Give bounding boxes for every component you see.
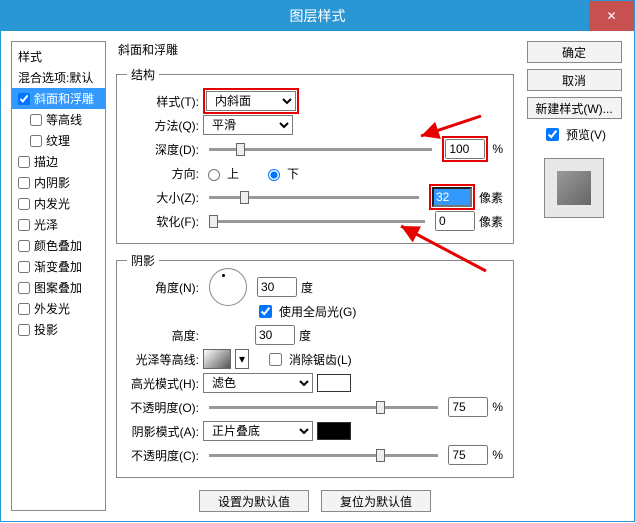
structure-legend: 结构 bbox=[127, 66, 159, 83]
shadow-mode-label: 阴影模式(A): bbox=[127, 423, 199, 440]
style-select[interactable]: 内斜面 bbox=[206, 91, 296, 111]
soften-label: 软化(F): bbox=[127, 213, 199, 230]
altitude-input[interactable] bbox=[255, 325, 295, 345]
satin-check[interactable] bbox=[18, 219, 30, 231]
color-overlay-check[interactable] bbox=[18, 240, 30, 252]
sidebar-item-blend[interactable]: 混合选项:默认 bbox=[12, 67, 105, 88]
size-input[interactable] bbox=[432, 187, 472, 207]
style-highlight: 内斜面 bbox=[203, 88, 299, 114]
highlight-op-label: 不透明度(O): bbox=[127, 399, 199, 416]
altitude-label: 高度: bbox=[127, 327, 199, 344]
cancel-button[interactable]: 取消 bbox=[527, 69, 622, 91]
dir-up-radio[interactable] bbox=[208, 169, 220, 181]
global-light-check[interactable] bbox=[259, 305, 272, 318]
highlight-mode-select[interactable]: 滤色 bbox=[203, 373, 313, 393]
window-title: 图层样式 bbox=[290, 6, 346, 26]
shadow-op-label: 不透明度(C): bbox=[127, 447, 199, 464]
shade-legend: 阴影 bbox=[127, 252, 159, 269]
right-panel: 确定 取消 新建样式(W)... 预览(V) bbox=[524, 41, 624, 511]
sidebar-item-inner-shadow[interactable]: 内阴影 bbox=[12, 172, 105, 193]
angle-label: 角度(N): bbox=[127, 279, 199, 296]
sidebar-item-stroke[interactable]: 描边 bbox=[12, 151, 105, 172]
sidebar-item-pattern-overlay[interactable]: 图案叠加 bbox=[12, 277, 105, 298]
global-light-label: 使用全局光(G) bbox=[279, 303, 356, 320]
soften-slider[interactable] bbox=[209, 220, 425, 223]
preview-check[interactable] bbox=[546, 128, 559, 141]
highlight-color[interactable] bbox=[317, 374, 351, 392]
stroke-check[interactable] bbox=[18, 156, 30, 168]
soften-input[interactable] bbox=[435, 211, 475, 231]
reset-default-button[interactable]: 复位为默认值 bbox=[321, 490, 431, 512]
shadow-color[interactable] bbox=[317, 422, 351, 440]
close-button[interactable]: ✕ bbox=[589, 1, 634, 31]
size-label: 大小(Z): bbox=[127, 189, 199, 206]
gloss-label: 光泽等高线: bbox=[127, 351, 199, 368]
altitude-unit: 度 bbox=[299, 327, 311, 344]
highlight-mode-label: 高光模式(H): bbox=[127, 375, 199, 392]
sidebar-item-drop-shadow[interactable]: 投影 bbox=[12, 319, 105, 340]
depth-unit: % bbox=[492, 142, 503, 156]
sidebar-item-contour[interactable]: 等高线 bbox=[12, 109, 105, 130]
outer-glow-check[interactable] bbox=[18, 303, 30, 315]
sidebar-item-inner-glow[interactable]: 内发光 bbox=[12, 193, 105, 214]
angle-dial[interactable] bbox=[209, 268, 247, 306]
grad-overlay-check[interactable] bbox=[18, 261, 30, 273]
dir-down-radio[interactable] bbox=[268, 169, 280, 181]
size-highlight bbox=[429, 184, 475, 210]
highlight-op-slider[interactable] bbox=[209, 406, 438, 409]
shade-group: 阴影 角度(N): 度 使用全局光(G) 高度: 度 bbox=[116, 252, 514, 478]
close-icon: ✕ bbox=[606, 9, 616, 23]
direction-label: 方向: bbox=[127, 165, 199, 182]
sidebar-item-grad-overlay[interactable]: 渐变叠加 bbox=[12, 256, 105, 277]
technique-select[interactable]: 平滑 bbox=[203, 115, 293, 135]
inner-shadow-check[interactable] bbox=[18, 177, 30, 189]
technique-label: 方法(Q): bbox=[127, 117, 199, 134]
sidebar-item-texture[interactable]: 纹理 bbox=[12, 130, 105, 151]
style-list: 样式 混合选项:默认 斜面和浮雕 等高线 纹理 描边 内阴影 内发光 光泽 颜色… bbox=[11, 41, 106, 511]
sidebar-item-outer-glow[interactable]: 外发光 bbox=[12, 298, 105, 319]
sidebar-item-color-overlay[interactable]: 颜色叠加 bbox=[12, 235, 105, 256]
preview-thumbnail bbox=[557, 171, 591, 205]
antialias-label: 消除锯齿(L) bbox=[289, 351, 352, 368]
chevron-down-icon[interactable]: ▾ bbox=[235, 349, 249, 369]
soften-unit: 像素 bbox=[479, 213, 503, 230]
inner-glow-check[interactable] bbox=[18, 198, 30, 210]
titlebar: 图层样式 ✕ bbox=[1, 1, 634, 31]
bevel-check[interactable] bbox=[18, 93, 30, 105]
angle-unit: 度 bbox=[301, 279, 313, 296]
bevel-panel: 斜面和浮雕 结构 样式(T): 内斜面 方法(Q): 平滑 深度(D): bbox=[116, 41, 514, 511]
pattern-overlay-check[interactable] bbox=[18, 282, 30, 294]
angle-input[interactable] bbox=[257, 277, 297, 297]
style-header: 样式 bbox=[12, 46, 105, 67]
preview-label: 预览(V) bbox=[566, 126, 606, 143]
contour-check[interactable] bbox=[30, 114, 42, 126]
new-style-button[interactable]: 新建样式(W)... bbox=[527, 97, 622, 119]
sidebar-item-satin[interactable]: 光泽 bbox=[12, 214, 105, 235]
depth-highlight bbox=[442, 136, 488, 162]
bevel-section-title: 斜面和浮雕 bbox=[118, 41, 514, 58]
shadow-op-input[interactable] bbox=[448, 445, 488, 465]
size-slider[interactable] bbox=[209, 196, 419, 199]
gloss-contour[interactable] bbox=[203, 349, 231, 369]
preview-box bbox=[544, 158, 604, 218]
texture-check[interactable] bbox=[30, 135, 42, 147]
make-default-button[interactable]: 设置为默认值 bbox=[199, 490, 309, 512]
size-unit: 像素 bbox=[479, 189, 503, 206]
structure-group: 结构 样式(T): 内斜面 方法(Q): 平滑 深度(D): bbox=[116, 66, 514, 244]
shadow-op-slider[interactable] bbox=[209, 454, 438, 457]
layer-style-dialog: 图层样式 ✕ 样式 混合选项:默认 斜面和浮雕 等高线 纹理 描边 内阴影 内发… bbox=[0, 0, 635, 522]
ok-button[interactable]: 确定 bbox=[527, 41, 622, 63]
antialias-check[interactable] bbox=[269, 353, 282, 366]
depth-label: 深度(D): bbox=[127, 141, 199, 158]
highlight-op-input[interactable] bbox=[448, 397, 488, 417]
shadow-mode-select[interactable]: 正片叠底 bbox=[203, 421, 313, 441]
depth-slider[interactable] bbox=[209, 148, 432, 151]
preview-check-row: 预览(V) bbox=[542, 125, 606, 144]
depth-input[interactable] bbox=[445, 139, 485, 159]
style-label: 样式(T): bbox=[127, 93, 199, 110]
sidebar-item-bevel[interactable]: 斜面和浮雕 bbox=[12, 88, 105, 109]
drop-shadow-check[interactable] bbox=[18, 324, 30, 336]
